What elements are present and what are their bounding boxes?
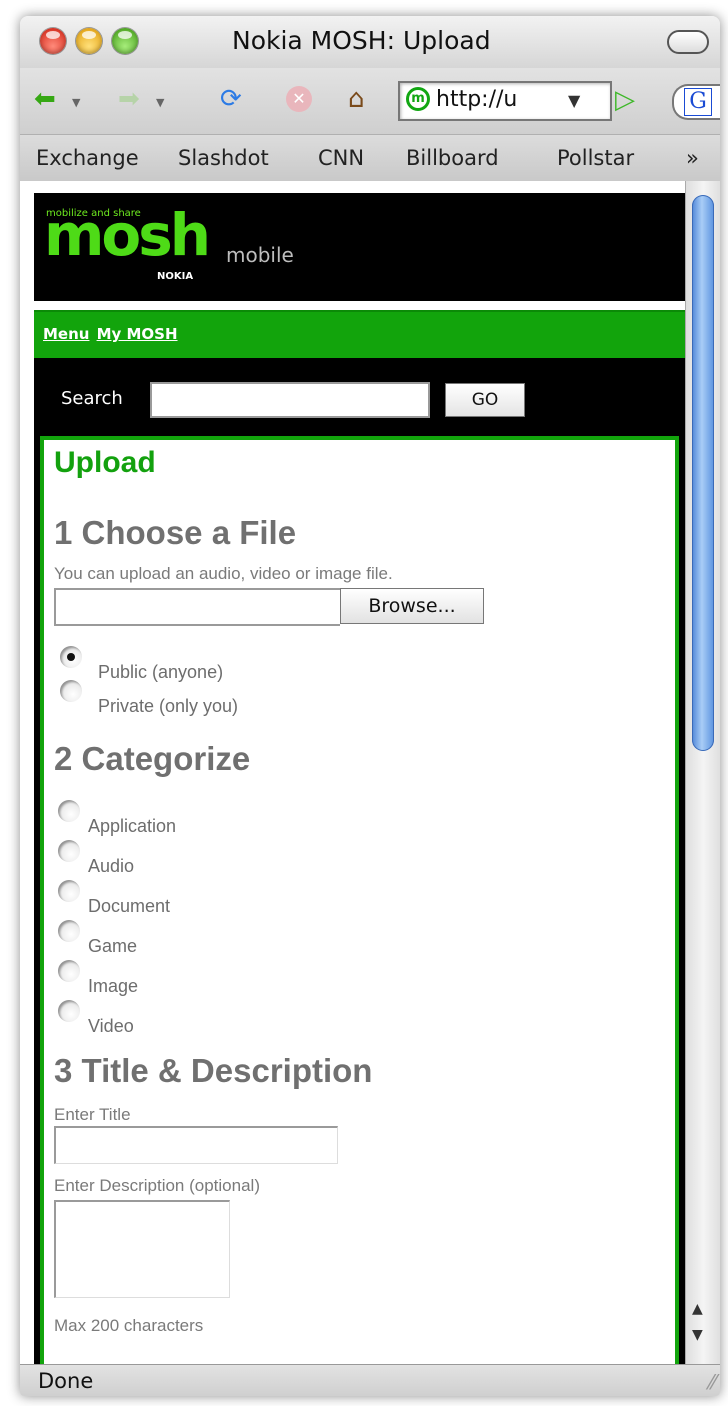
radio-private-label: Private (only you) [98, 696, 239, 716]
page-viewport: mosh mobilize and share mobile NOKIA Men… [20, 181, 685, 1364]
radio-category-document[interactable] [58, 880, 80, 902]
radio-private[interactable] [60, 680, 82, 702]
close-window-button[interactable] [40, 28, 66, 54]
site-favicon-icon: m [406, 87, 430, 111]
forward-dropdown-icon[interactable]: ▼ [156, 96, 164, 109]
category-video-label: Video [88, 1016, 134, 1036]
go-button[interactable]: GO [445, 383, 525, 417]
nav-bar: Menu My MOSH [34, 310, 685, 358]
title-bar: Nokia MOSH: Upload [20, 16, 720, 68]
radio-category-game[interactable] [58, 920, 80, 942]
zoom-window-button[interactable] [112, 28, 138, 54]
my-mosh-link[interactable]: My MOSH [97, 325, 178, 343]
bookmark-cnn[interactable]: CNN [318, 146, 364, 170]
address-dropdown-icon[interactable]: ▼ [568, 91, 580, 110]
navigation-toolbar: ⬅ ▼ ➡ ▼ ⟳ ✕ ⌂ m http://u ▼ ▷ G [20, 68, 720, 134]
google-icon: G [684, 88, 712, 116]
search-engine-box[interactable]: G [672, 84, 720, 120]
scroll-up-icon[interactable]: ▲ [692, 1301, 703, 1317]
radio-category-video[interactable] [58, 1000, 80, 1022]
go-arrow-icon[interactable]: ▷ [615, 85, 635, 115]
category-image-label: Image [88, 976, 139, 996]
browser-window: Nokia MOSH: Upload ⬅ ▼ ➡ ▼ ⟳ ✕ ⌂ m http:… [20, 16, 720, 1396]
step3-heading: 3 Title & Description [54, 1052, 373, 1089]
minimize-window-button[interactable] [76, 28, 102, 54]
scroll-down-icon[interactable]: ▼ [692, 1327, 703, 1343]
search-bar: Search GO [34, 358, 685, 436]
mosh-logo: mosh mobilize and share mobile NOKIA [34, 193, 685, 301]
description-field[interactable] [54, 1200, 230, 1298]
category-application-label: Application [88, 816, 177, 836]
radio-category-audio[interactable] [58, 840, 80, 862]
title-field[interactable] [54, 1126, 338, 1164]
logo-suffix: mobile [226, 243, 294, 267]
step1-hint: You can upload an audio, video or image … [54, 564, 393, 583]
upload-form: Upload 1 Choose a File You can upload an… [40, 436, 679, 1364]
status-bar: Done ⁄⁄ [20, 1364, 720, 1396]
scrollbar-thumb[interactable] [692, 195, 714, 751]
browse-button[interactable]: Browse... [340, 588, 484, 624]
bookmarks-overflow-icon[interactable]: » [686, 146, 699, 170]
logo-divider [34, 301, 685, 310]
category-game-label: Game [88, 936, 138, 956]
radio-public-label: Public (anyone) [98, 662, 224, 682]
description-label: Enter Description (optional) [54, 1176, 260, 1195]
title-label: Enter Title [54, 1105, 131, 1124]
toolbar-toggle-button[interactable] [667, 30, 709, 54]
bookmark-pollstar[interactable]: Pollstar [557, 146, 634, 170]
bookmarks-bar: Exchange Slashdot CNN Billboard Pollstar… [20, 134, 720, 182]
page-title: Upload [54, 446, 156, 479]
status-text: Done [38, 1369, 94, 1393]
radio-public[interactable] [60, 646, 82, 668]
bookmark-slashdot[interactable]: Slashdot [178, 146, 269, 170]
radio-category-application[interactable] [58, 800, 80, 822]
resize-grip-icon[interactable]: ⁄⁄ [709, 1370, 716, 1394]
mosh-page: mosh mobilize and share mobile NOKIA Men… [34, 193, 685, 1364]
max-characters-note: Max 200 characters [54, 1316, 204, 1335]
vertical-scrollbar[interactable]: ▲ ▼ [685, 181, 720, 1364]
file-path-field[interactable] [54, 588, 340, 626]
address-text[interactable]: http://u [436, 87, 561, 112]
search-label: Search [61, 388, 123, 409]
back-dropdown-icon[interactable]: ▼ [72, 96, 80, 109]
bookmark-billboard[interactable]: Billboard [406, 146, 499, 170]
window-title: Nokia MOSH: Upload [232, 26, 491, 55]
back-arrow-icon[interactable]: ⬅ [34, 84, 56, 114]
menu-link[interactable]: Menu [43, 325, 89, 343]
step1-heading: 1 Choose a File [54, 514, 297, 551]
stop-icon[interactable]: ✕ [286, 86, 312, 112]
radio-category-image[interactable] [58, 960, 80, 982]
step2-heading: 2 Categorize [54, 740, 251, 777]
home-icon[interactable]: ⌂ [348, 84, 365, 114]
forward-arrow-icon[interactable]: ➡ [118, 84, 140, 114]
address-bar[interactable]: m http://u ▼ [398, 81, 612, 121]
logo-tagline: mobilize and share [46, 208, 141, 219]
category-document-label: Document [88, 896, 171, 916]
logo-brand: NOKIA [157, 271, 194, 282]
search-input[interactable] [150, 382, 430, 418]
reload-icon[interactable]: ⟳ [220, 84, 242, 114]
bookmark-exchange[interactable]: Exchange [36, 146, 139, 170]
category-audio-label: Audio [88, 856, 135, 876]
